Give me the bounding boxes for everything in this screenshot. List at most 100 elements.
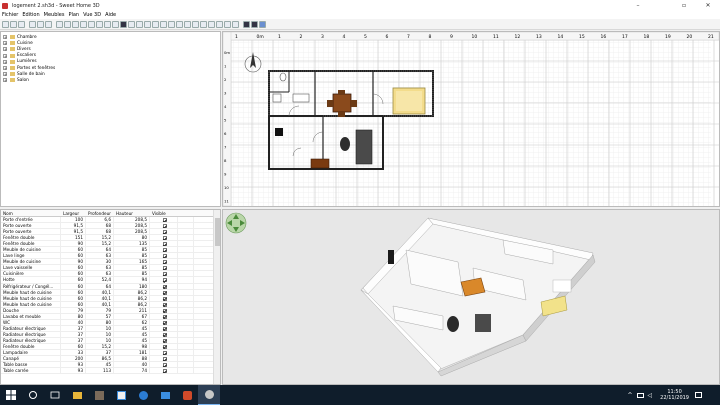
open-icon[interactable] bbox=[10, 20, 17, 28]
col-nom[interactable]: Nom bbox=[1, 210, 61, 217]
increase-text-icon[interactable] bbox=[184, 20, 191, 28]
taskbar-app-sweethome[interactable] bbox=[176, 385, 198, 405]
visible-checkbox[interactable] bbox=[162, 260, 167, 265]
visible-checkbox[interactable] bbox=[162, 357, 167, 362]
expand-icon[interactable]: + bbox=[3, 53, 7, 58]
chevron-up-icon[interactable]: ^ bbox=[628, 392, 633, 399]
col-largeur[interactable]: Largeur bbox=[61, 210, 86, 217]
col-hauteur[interactable]: Hauteur bbox=[114, 210, 150, 217]
expand-icon[interactable]: + bbox=[3, 47, 7, 52]
visible-checkbox[interactable] bbox=[162, 254, 167, 259]
taskbar-app-mail[interactable] bbox=[154, 385, 176, 405]
visible-checkbox[interactable] bbox=[162, 369, 167, 374]
paste-icon[interactable] bbox=[45, 20, 52, 28]
italic-icon[interactable] bbox=[208, 20, 215, 28]
menu-aide[interactable]: Aide bbox=[103, 12, 118, 18]
visible-checkbox[interactable] bbox=[162, 320, 167, 325]
expand-icon[interactable]: + bbox=[3, 72, 7, 77]
help-icon[interactable] bbox=[259, 20, 266, 28]
visible-checkbox[interactable] bbox=[162, 296, 167, 301]
visible-checkbox[interactable] bbox=[162, 266, 167, 271]
task-view-button[interactable] bbox=[44, 385, 66, 405]
create-polylines-icon[interactable] bbox=[152, 20, 159, 28]
menu-plan[interactable]: Plan bbox=[66, 12, 81, 18]
menu-edition[interactable]: Edition bbox=[20, 12, 41, 18]
ungroup-icon[interactable] bbox=[112, 20, 119, 28]
select-mode-icon[interactable] bbox=[120, 20, 127, 28]
navigation-arrows-icon[interactable] bbox=[225, 212, 247, 234]
visible-checkbox[interactable] bbox=[162, 230, 167, 235]
minimize-button[interactable]: – bbox=[626, 0, 650, 11]
3d-house-model[interactable] bbox=[360, 217, 596, 377]
clock[interactable]: 11:50 22/11/2019 bbox=[660, 389, 689, 401]
visible-checkbox[interactable] bbox=[162, 326, 167, 331]
expand-icon[interactable]: + bbox=[3, 66, 7, 71]
visible-checkbox[interactable] bbox=[162, 236, 167, 241]
visible-checkbox[interactable] bbox=[162, 344, 167, 349]
maximize-button[interactable]: ▫ bbox=[672, 0, 696, 11]
visible-checkbox[interactable] bbox=[162, 314, 167, 319]
scroll-thumb[interactable] bbox=[215, 218, 220, 246]
create-dimensions-icon[interactable] bbox=[160, 20, 167, 28]
redo-icon[interactable] bbox=[64, 20, 71, 28]
visible-checkbox[interactable] bbox=[162, 308, 167, 313]
stove[interactable] bbox=[275, 128, 283, 136]
visible-checkbox[interactable] bbox=[162, 218, 167, 222]
col-visible[interactable]: Visible bbox=[150, 210, 178, 217]
decrease-text-icon[interactable] bbox=[192, 20, 199, 28]
create-labels-icon[interactable] bbox=[168, 20, 175, 28]
create-walls-icon[interactable] bbox=[136, 20, 143, 28]
visible-checkbox[interactable] bbox=[162, 248, 167, 253]
visible-checkbox[interactable] bbox=[162, 351, 167, 356]
volume-icon[interactable]: ◁ bbox=[648, 392, 653, 399]
visible-checkbox[interactable] bbox=[162, 363, 167, 368]
rotate-icon[interactable] bbox=[88, 20, 95, 28]
notifications-icon[interactable] bbox=[695, 392, 702, 398]
visible-checkbox[interactable] bbox=[162, 278, 167, 283]
undo-icon[interactable] bbox=[56, 20, 63, 28]
plan-view[interactable]: 1 0m 1 2 3 4 5 6 7 8 9 10 11 12 13 14 15 16 17 18 19 20 21 0m 1… bbox=[222, 31, 720, 207]
visible-checkbox[interactable] bbox=[162, 290, 167, 295]
zoom-in-icon[interactable] bbox=[216, 20, 223, 28]
tv-cabinet[interactable] bbox=[310, 158, 330, 169]
armchair[interactable] bbox=[340, 137, 350, 151]
3d-canvas[interactable] bbox=[223, 210, 719, 384]
expand-icon[interactable]: + bbox=[3, 59, 7, 64]
expand-icon[interactable]: + bbox=[3, 35, 7, 40]
menu-fichier[interactable]: Fichier bbox=[0, 12, 20, 18]
copy-icon[interactable] bbox=[37, 20, 44, 28]
table-row[interactable]: Table carrée 93 113 74 bbox=[1, 368, 220, 375]
taskbar-app-store[interactable] bbox=[110, 385, 132, 405]
save-icon[interactable] bbox=[18, 20, 25, 28]
cut-icon[interactable] bbox=[29, 20, 36, 28]
create-photo-icon[interactable] bbox=[243, 20, 250, 28]
create-video-icon[interactable] bbox=[251, 20, 258, 28]
visible-checkbox[interactable] bbox=[162, 338, 167, 343]
bed[interactable] bbox=[392, 87, 426, 115]
sofa[interactable] bbox=[355, 129, 373, 165]
taskbar-app-edge[interactable] bbox=[132, 385, 154, 405]
network-icon[interactable] bbox=[636, 392, 644, 398]
create-rooms-icon[interactable] bbox=[144, 20, 151, 28]
visible-checkbox[interactable] bbox=[162, 332, 167, 337]
visible-checkbox[interactable] bbox=[162, 284, 167, 289]
menu-meubles[interactable]: Meubles bbox=[42, 12, 67, 18]
new-icon[interactable] bbox=[2, 20, 9, 28]
furniture-table[interactable]: Nom Largeur Profondeur Hauteur Visible P… bbox=[0, 209, 221, 385]
text-style-icon[interactable] bbox=[176, 20, 183, 28]
start-button[interactable] bbox=[0, 385, 22, 405]
taskbar-app-explorer[interactable] bbox=[66, 385, 88, 405]
visible-checkbox[interactable] bbox=[162, 242, 167, 247]
menu-vue3d[interactable]: Vue 3D bbox=[81, 12, 103, 18]
add-furniture-icon[interactable] bbox=[72, 20, 79, 28]
taskbar-app-active[interactable] bbox=[198, 385, 220, 405]
expand-icon[interactable]: + bbox=[3, 41, 7, 46]
pan-mode-icon[interactable] bbox=[128, 20, 135, 28]
import-furniture-icon[interactable] bbox=[80, 20, 87, 28]
zoom-out-icon[interactable] bbox=[224, 20, 231, 28]
visible-checkbox[interactable] bbox=[162, 224, 167, 229]
3d-view[interactable] bbox=[222, 209, 720, 385]
catalog-category[interactable]: + Salon bbox=[1, 77, 220, 83]
group-icon[interactable] bbox=[104, 20, 111, 28]
taskbar-app-media[interactable] bbox=[88, 385, 110, 405]
